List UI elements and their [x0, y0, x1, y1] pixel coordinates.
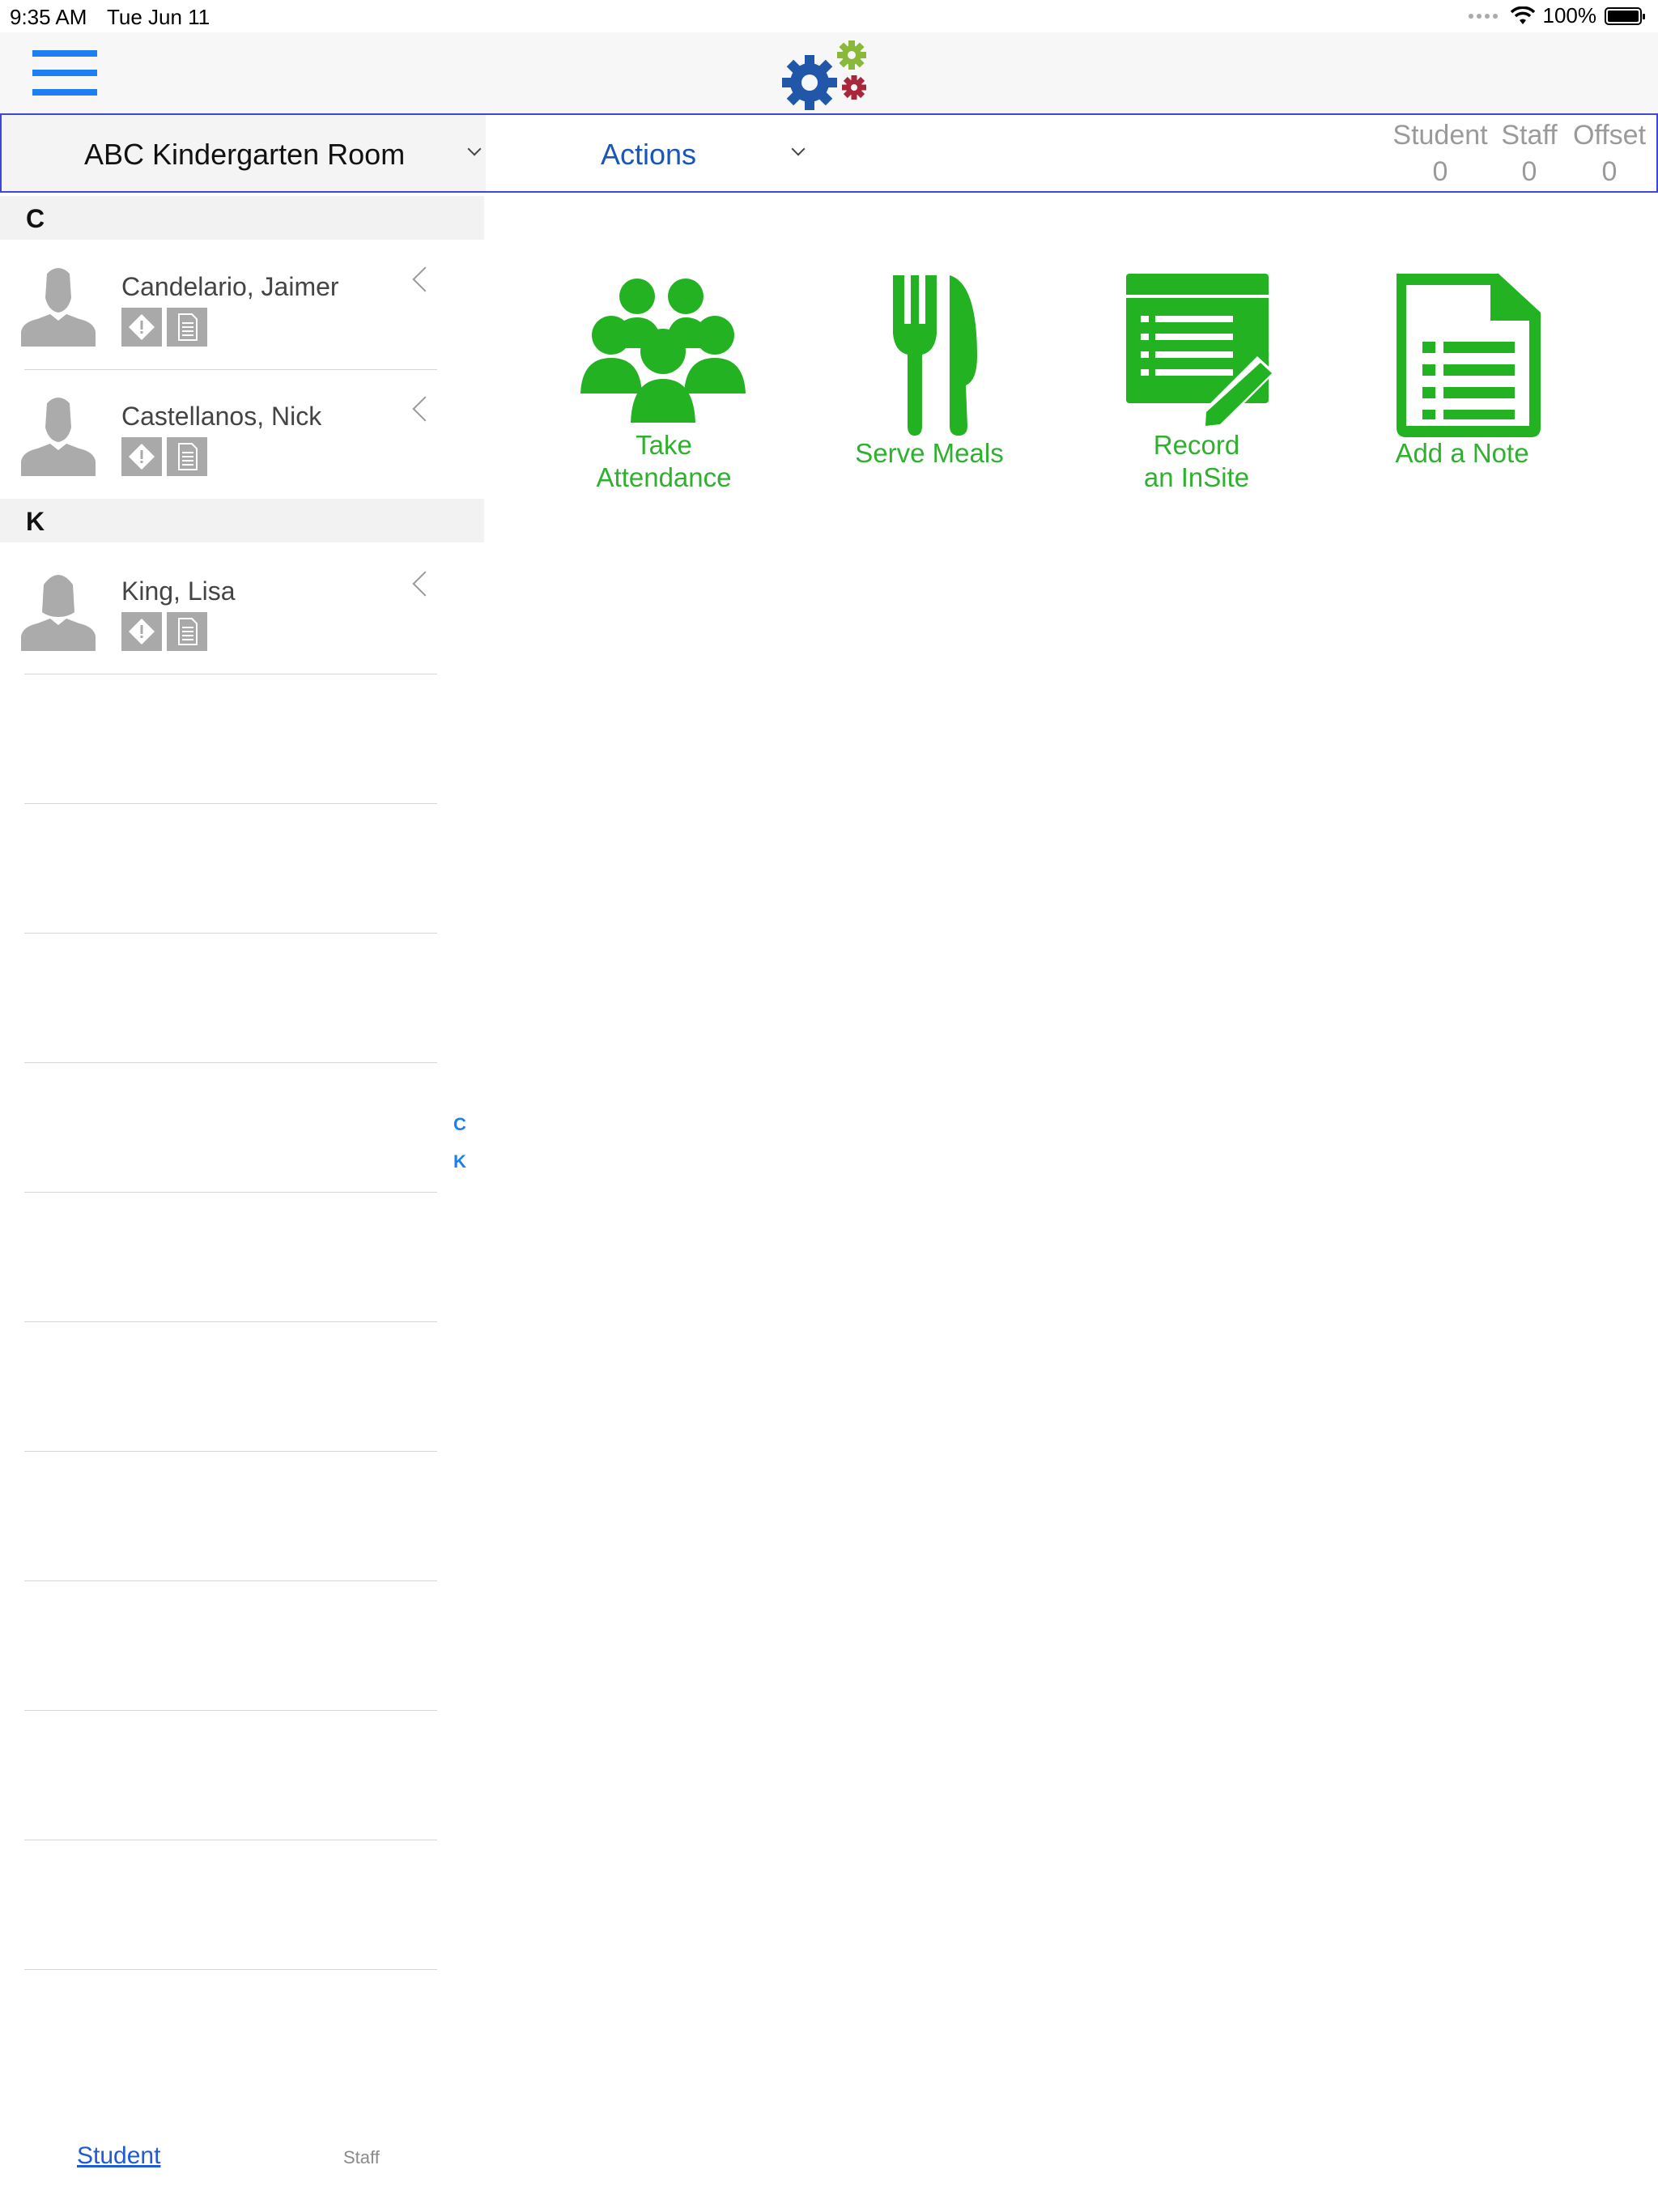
tab-student[interactable]: Student — [77, 2142, 160, 2170]
add-note-button[interactable]: Add a Note — [1365, 267, 1559, 470]
section-header-k: K — [0, 499, 484, 542]
row-divider — [24, 803, 437, 804]
section-letter: K — [26, 507, 45, 536]
note-document-icon — [1397, 274, 1541, 437]
student-row[interactable]: Candelario, Jaimer — [0, 240, 484, 369]
chevron-left-icon[interactable] — [412, 266, 438, 292]
row-divider — [24, 1062, 437, 1063]
document-badge-icon[interactable] — [167, 437, 207, 476]
row-divider — [24, 1710, 437, 1711]
status-time: 9:35 AM — [10, 5, 87, 29]
student-row[interactable]: King, Lisa — [0, 544, 484, 674]
wifi-icon — [1510, 6, 1535, 24]
student-count-value: 0 — [1432, 156, 1448, 187]
student-name: Candelario, Jaimer — [121, 272, 339, 301]
record-insite-label: Record an InSite — [1143, 430, 1250, 492]
actions-dropdown[interactable]: Actions — [487, 115, 827, 191]
alert-badge-icon[interactable] — [121, 308, 162, 347]
record-insite-icon — [1126, 274, 1275, 429]
row-divider — [24, 1192, 437, 1193]
serve-meals-label: Serve Meals — [855, 438, 1004, 468]
student-count: Student 0 — [1391, 120, 1490, 188]
row-divider — [24, 1321, 437, 1322]
alert-badge-icon[interactable] — [121, 612, 162, 651]
section-header-c: C — [0, 196, 484, 240]
status-right: 100% — [1468, 3, 1645, 28]
status-bar: 9:35 AM Tue Jun 11 100% — [0, 0, 1658, 32]
nav-bar — [0, 32, 1658, 113]
chevron-down-icon — [791, 142, 806, 156]
battery-icon — [1605, 6, 1645, 25]
row-divider — [24, 1451, 437, 1452]
student-count-label: Student — [1392, 120, 1488, 151]
tab-staff[interactable]: Staff — [343, 2147, 380, 2168]
chevron-left-icon[interactable] — [412, 396, 438, 422]
document-badge-icon[interactable] — [167, 612, 207, 651]
room-dropdown-label: ABC Kindergarten Room — [84, 138, 406, 171]
offset-count: Offset 0 — [1569, 120, 1650, 188]
record-insite-button[interactable]: Record an InSite — [1099, 267, 1294, 494]
row-divider — [24, 933, 437, 934]
student-row[interactable]: Castellanos, Nick — [0, 369, 484, 499]
section-index-k[interactable]: K — [453, 1151, 466, 1172]
male-avatar-icon — [21, 268, 96, 347]
section-letter: C — [26, 204, 45, 233]
student-name: King, Lisa — [121, 576, 236, 606]
take-attendance-label: Take Attendance — [596, 430, 732, 492]
group-attendance-icon — [580, 279, 746, 423]
actions-dropdown-label: Actions — [601, 138, 697, 171]
serve-meals-button[interactable]: Serve Meals — [832, 267, 1027, 470]
female-avatar-icon — [21, 575, 96, 651]
staff-count-label: Staff — [1501, 120, 1558, 151]
offset-count-value: 0 — [1601, 156, 1618, 187]
alert-badge-icon[interactable] — [121, 437, 162, 476]
battery-percent: 100% — [1542, 3, 1597, 28]
count-summary: Student 0 Staff 0 Offset 0 — [1391, 120, 1650, 191]
offset-count-label: Offset — [1572, 120, 1647, 151]
status-date: Tue Jun 11 — [107, 5, 210, 29]
gears-logo-icon — [782, 40, 866, 110]
chevron-left-icon[interactable] — [412, 571, 438, 597]
staff-count: Staff 0 — [1493, 120, 1566, 188]
row-divider — [24, 1969, 437, 1970]
selector-bar: ABC Kindergarten Room Actions Student 0 … — [0, 113, 1658, 193]
student-name: Castellanos, Nick — [121, 402, 322, 431]
cellular-signal-icon — [1468, 13, 1498, 19]
hamburger-menu-icon[interactable] — [32, 50, 97, 96]
add-note-label: Add a Note — [1395, 438, 1529, 468]
room-dropdown[interactable]: ABC Kindergarten Room — [2, 115, 486, 191]
chevron-down-icon — [467, 142, 482, 156]
row-divider — [24, 1580, 437, 1581]
section-index-c[interactable]: C — [453, 1114, 466, 1135]
take-attendance-button[interactable]: Take Attendance — [567, 267, 761, 494]
male-avatar-icon — [21, 398, 96, 476]
document-badge-icon[interactable] — [167, 308, 207, 347]
staff-count-value: 0 — [1521, 156, 1537, 187]
fork-knife-icon — [893, 275, 977, 436]
